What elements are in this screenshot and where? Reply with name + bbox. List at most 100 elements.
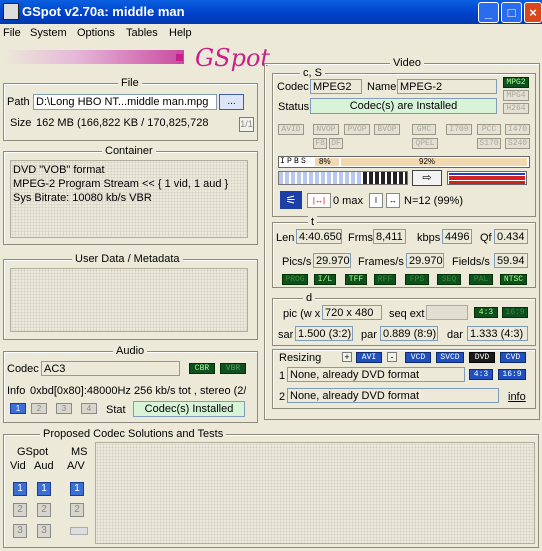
video-group-title: Video [390, 57, 424, 69]
len-field: 4:40.650 [296, 229, 342, 244]
t-title: t [308, 216, 318, 228]
menu-file[interactable]: File [3, 27, 21, 39]
file-group [3, 83, 258, 141]
cvd-button[interactable]: CVD [500, 352, 526, 363]
fields-field: 59.94 [494, 253, 528, 268]
svcd-button[interactable]: SVCD [436, 352, 464, 363]
maximize-button[interactable]: □ [501, 2, 522, 23]
gspot-label: GSpot [17, 446, 49, 458]
ms-test-2[interactable]: 2 [70, 503, 84, 517]
sar-field: 1.500 (3:2) [295, 326, 353, 341]
menu-options[interactable]: Options [77, 27, 115, 39]
menu-system[interactable]: System [30, 27, 67, 39]
vid-test-1[interactable]: 1 [13, 482, 27, 496]
ms-test-3[interactable] [70, 527, 88, 535]
max-label: 0 max [333, 195, 363, 207]
kbps-field: 4496 [442, 229, 472, 244]
il-tag: I/L [314, 274, 336, 285]
menu-help[interactable]: Help [169, 27, 192, 39]
bvop-tag: BVOP [374, 124, 400, 135]
cbr-tag: CBR [189, 363, 215, 374]
frms-field: 8,411 [373, 229, 406, 244]
ntsc-tag: NTSC [500, 274, 527, 285]
dvd-button[interactable]: DVD [469, 352, 495, 363]
userdata-box [10, 268, 248, 332]
seq-tag: SEQ [437, 274, 461, 285]
gop-length-icon: ↔ [386, 193, 400, 208]
video-name-label: Name [367, 81, 397, 93]
resize-minus-button[interactable]: - [387, 352, 397, 362]
avi-button[interactable]: AVI [356, 352, 382, 363]
iframe-icon: I [369, 193, 383, 208]
resizing-label: Resizing [279, 352, 322, 364]
path-field[interactable]: D:\Long HBO NT...middle man.mpg [33, 94, 217, 110]
container-line: Sys Bitrate: 10080 kb/s VBR [13, 192, 152, 204]
pal-tag: PAL [469, 274, 493, 285]
seqext-field [426, 305, 468, 320]
res1-ar-43[interactable]: 4:3 [469, 369, 493, 380]
gop-scan-icon[interactable]: ⚟ [280, 191, 302, 209]
aud-test-3[interactable]: 3 [37, 524, 51, 538]
audio-codec-field: AC3 [41, 361, 180, 376]
vid-label: Vid [10, 460, 26, 472]
aud-test-2[interactable]: 2 [37, 503, 51, 517]
vid-test-2[interactable]: 2 [13, 503, 27, 517]
par-field: 0.889 (8:9) [380, 326, 438, 341]
audio-info-field: 0xbd[0x80]:48000Hz 256 kb/s tot , stereo… [27, 383, 247, 398]
f8-tag: F8 [313, 138, 327, 149]
audio-info-label: Info [7, 385, 26, 397]
app-icon[interactable] [3, 3, 19, 20]
userdata-group-title: User Data / Metadata [72, 253, 183, 265]
frame-type-b: B [294, 157, 299, 166]
gspot-logo: GSpot [195, 44, 271, 72]
len-label: Len [276, 232, 295, 244]
menu-bar: File System Options Tables Help [0, 24, 542, 44]
audio-tab-3[interactable]: 3 [56, 403, 72, 414]
close-button[interactable]: × [524, 2, 542, 23]
title-bar: GSpot v2.70a: middle man _ □ × [0, 0, 542, 24]
rate-bars [447, 171, 527, 185]
page-indicator[interactable]: 1/1 [239, 117, 254, 132]
ms-test-1[interactable]: 1 [70, 482, 84, 496]
gop-graph [278, 171, 408, 185]
container-info: DVD "VOB" format MPEG-2 Program Stream <… [10, 160, 248, 238]
res1-field: None, already DVD format [287, 367, 465, 382]
prog-tag: PROG [282, 274, 308, 285]
vid-test-3[interactable]: 3 [13, 524, 27, 538]
pvop-tag: PVOP [344, 124, 370, 135]
logo-banner [4, 50, 184, 64]
frms-label: Frms [348, 232, 374, 244]
i470-tag: I470 [505, 124, 530, 135]
rate-bar-blue [449, 173, 525, 175]
audio-tab-1[interactable]: 1 [10, 403, 26, 414]
frames-label: Frames/s [358, 256, 404, 268]
audio-tab-4[interactable]: 4 [81, 403, 97, 414]
audio-codec-label: Codec [7, 363, 39, 375]
codec-solutions-box [95, 442, 535, 544]
dar-label: dar [447, 329, 463, 341]
video-status-field: Codec(s) are Installed [310, 98, 497, 114]
browse-button[interactable]: ... [219, 94, 244, 110]
minimize-button[interactable]: _ [478, 2, 499, 23]
path-label: Path [7, 96, 30, 108]
container-group-title: Container [102, 145, 156, 157]
resize-plus-button[interactable]: + [342, 352, 352, 362]
ms-label: MS [71, 446, 88, 458]
video-name-field: MPEG-2 [397, 79, 497, 94]
video-codec-field: MPEG2 [310, 79, 362, 94]
info-link[interactable]: info [508, 391, 526, 404]
aud-test-1[interactable]: 1 [37, 482, 51, 496]
b-frame-pct: 92% [419, 157, 436, 166]
pics-label: Pics/s [282, 256, 312, 268]
res1-ar-169[interactable]: 16:9 [498, 369, 526, 380]
audio-tab-2[interactable]: 2 [31, 403, 47, 414]
vcd-button[interactable]: VCD [405, 352, 431, 363]
ar-43-tag: 4:3 [474, 307, 498, 318]
frame-type-bar: I P B S 8% 92% [278, 156, 530, 168]
aud-label: Aud [34, 460, 54, 472]
frame-type-s: S [301, 157, 306, 166]
qf-label: Qf [480, 232, 492, 244]
menu-tables[interactable]: Tables [126, 27, 158, 39]
size-label: Size [10, 117, 32, 129]
gop-arrow-icon: ⇨ [412, 170, 442, 186]
